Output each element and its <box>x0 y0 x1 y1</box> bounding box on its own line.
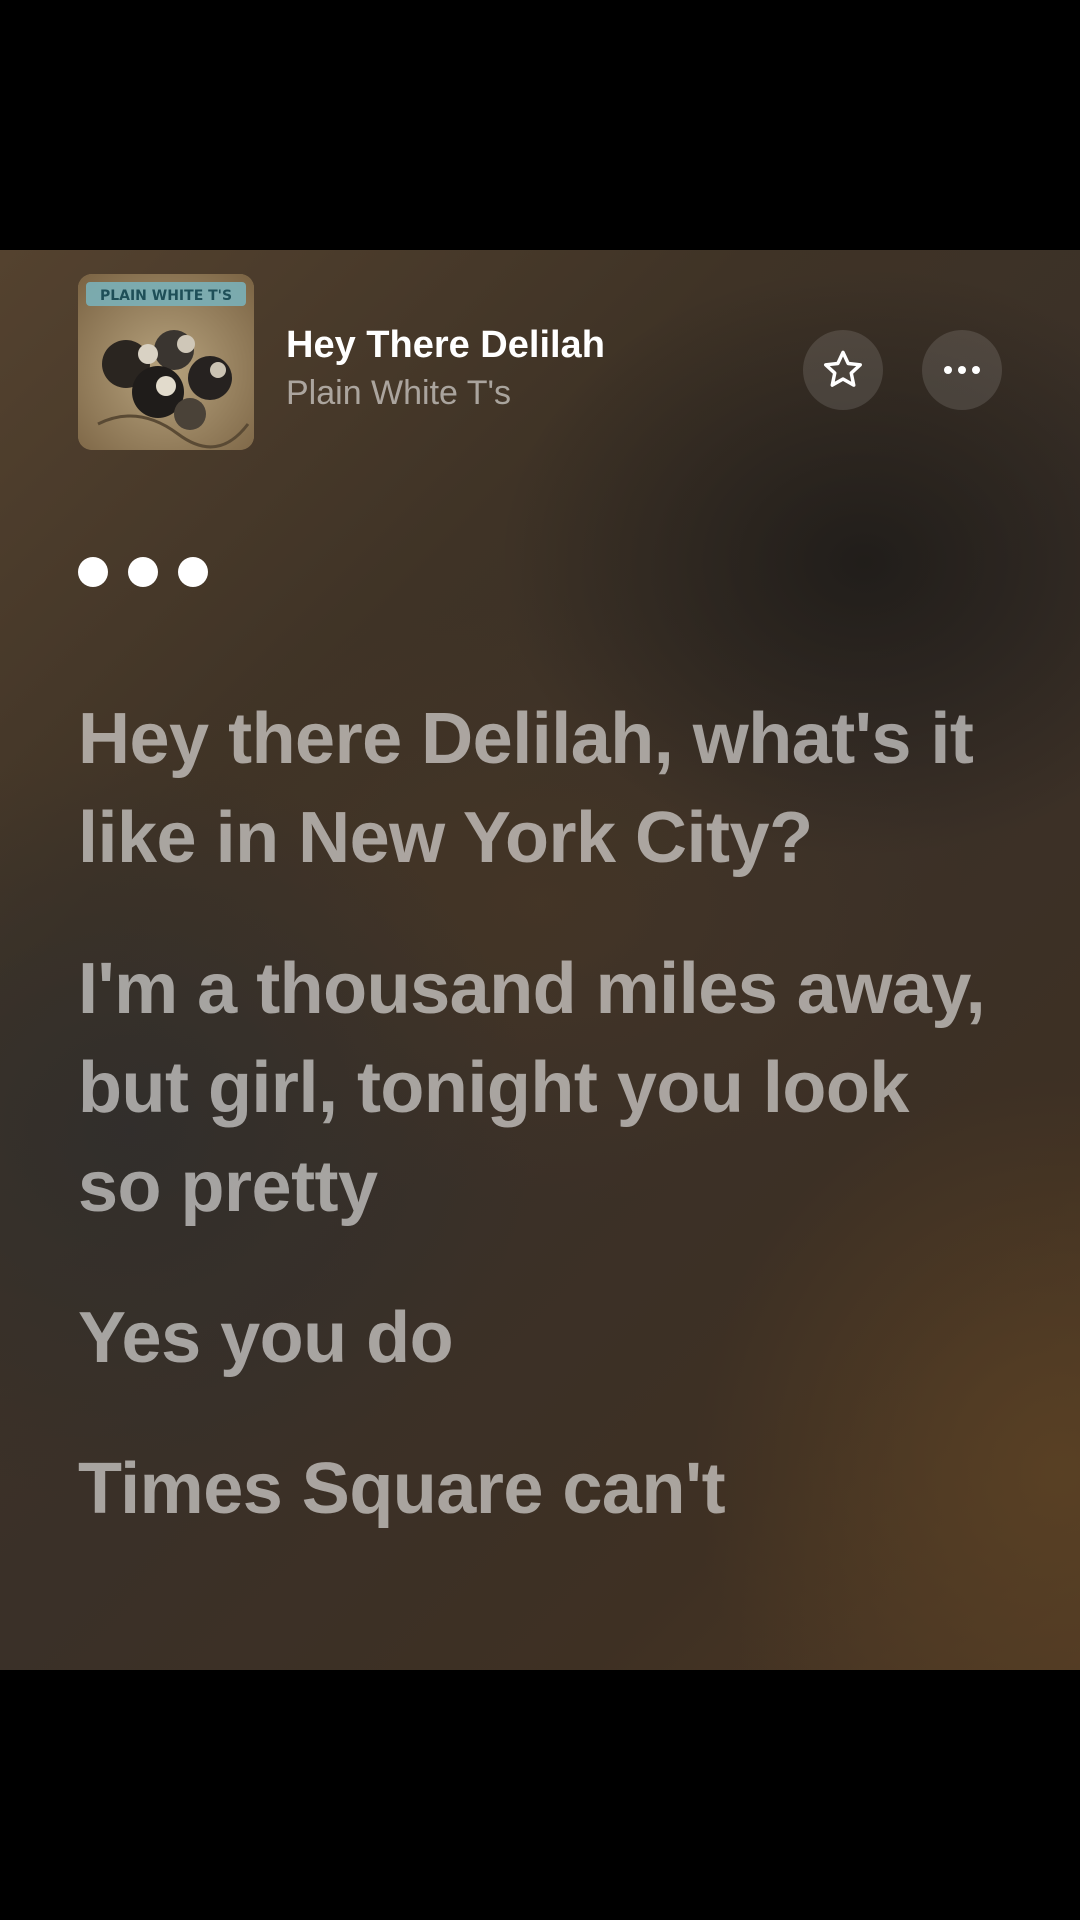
ellipsis-icon <box>944 366 980 374</box>
album-art[interactable]: PLAIN WHITE T'S <box>78 274 254 450</box>
album-art-image: PLAIN WHITE T'S <box>78 274 254 450</box>
album-art-title: PLAIN WHITE T'S <box>100 288 232 304</box>
more-options-button[interactable] <box>922 330 1002 410</box>
instrumental-dot <box>78 557 108 587</box>
lyric-line[interactable]: I'm a thousand miles away, but girl, ton… <box>78 940 998 1237</box>
lyric-line[interactable]: Yes you do <box>78 1289 998 1388</box>
favorite-button[interactable] <box>803 330 883 410</box>
lyrics-list: Hey there Delilah, what's it like in New… <box>78 690 998 1591</box>
now-playing-header: PLAIN WHITE T'S Hey There Delilah Plain … <box>0 250 1080 470</box>
lyrics-player: PLAIN WHITE T'S Hey There Delilah Plain … <box>0 250 1080 1670</box>
instrumental-dot <box>128 557 158 587</box>
instrumental-indicator <box>78 557 208 587</box>
star-outline-icon <box>824 350 862 387</box>
lyric-line[interactable]: Hey there Delilah, what's it like in New… <box>78 690 998 888</box>
instrumental-dot <box>178 557 208 587</box>
lyric-line[interactable]: Times Square can't <box>78 1440 998 1539</box>
screen: PLAIN WHITE T'S Hey There Delilah Plain … <box>0 0 1080 1920</box>
artist-name[interactable]: Plain White T's <box>286 374 511 413</box>
track-title: Hey There Delilah <box>286 324 605 366</box>
